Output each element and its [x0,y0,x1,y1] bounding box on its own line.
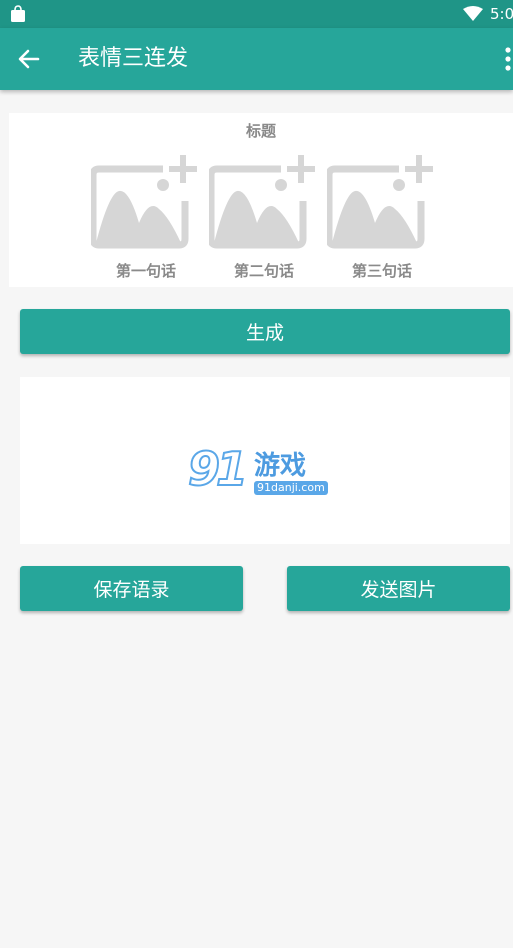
watermark-logo: 91 游戏 91danji.com [187,442,328,503]
watermark-url: 91danji.com [254,481,328,495]
shopping-bag-icon [11,5,25,22]
watermark-brand: 91 [187,442,249,496]
card-heading: 标题 [245,122,276,140]
slot-third-phrase[interactable]: 第三句话 [327,153,437,281]
add-image-icon [327,155,433,249]
page-title: 表情三连发 [78,46,189,71]
slot-first-phrase[interactable]: 第一句话 [91,153,201,281]
phrase-input-card: 标题 第一句话 第二句话 第三句话 [9,113,513,287]
status-time: 5:0 [490,5,513,23]
watermark-text: 游戏 [254,451,307,481]
back-arrow-icon[interactable] [16,46,42,72]
more-vert-icon[interactable] [500,45,513,73]
save-quote-button[interactable]: 保存语录 [20,566,243,611]
app-bar: 表情三连发 [0,28,513,90]
send-image-button[interactable]: 发送图片 [287,566,510,611]
generate-button[interactable]: 生成 [20,309,510,354]
slot-caption: 第一句话 [115,262,176,280]
add-image-icon [209,155,315,249]
slot-second-phrase[interactable]: 第二句话 [209,153,319,281]
add-image-icon [91,155,197,249]
status-bar: 5:0 [0,0,513,28]
wifi-icon [463,6,483,21]
slot-caption: 第三句话 [351,262,412,280]
slot-caption: 第二句话 [233,262,294,280]
result-preview: 91 游戏 91danji.com [20,377,510,544]
